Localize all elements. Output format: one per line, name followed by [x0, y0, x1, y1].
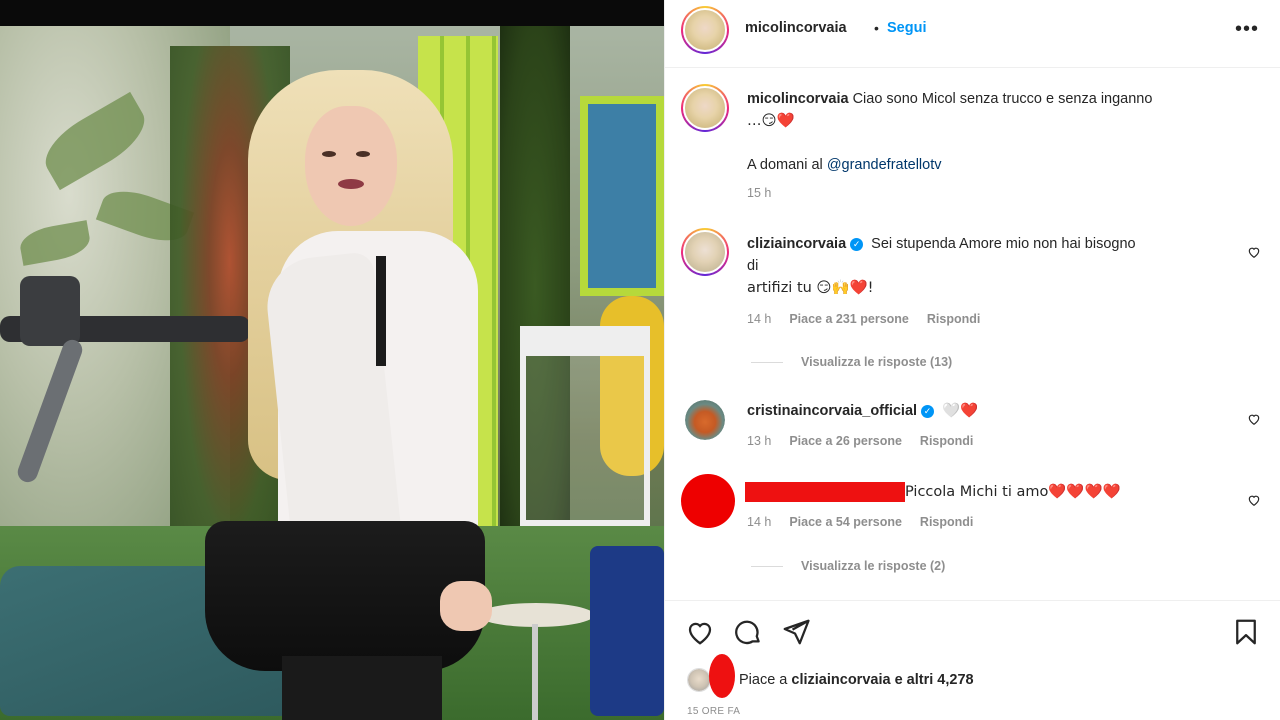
comment-likes-count[interactable]: Piace a 231 persone — [789, 312, 909, 326]
redacted-liker-avatar — [709, 654, 735, 698]
comment-meta: 13 h Piace a 26 persone Rispondi — [747, 434, 973, 448]
caption-avatar-image — [683, 86, 727, 130]
figure-face — [305, 106, 397, 226]
likers-avatar-image — [688, 669, 710, 691]
author-username[interactable]: micolincorvaia — [745, 20, 847, 36]
likes-summary[interactable]: Piace a cliziaincorvaia e altri 4,278 — [739, 672, 974, 688]
likers-avatar[interactable] — [687, 668, 711, 692]
photo-top-bar — [0, 0, 664, 26]
more-options-icon[interactable]: ••• — [1235, 18, 1259, 41]
caption-line3-prefix: A domani al — [747, 157, 827, 173]
comment-text: Piccola Michi ti amo❤️❤️❤️❤️ — [905, 484, 1121, 500]
comment-username[interactable]: cristinaincorvaia_official — [747, 403, 917, 419]
blue-panel — [580, 96, 664, 296]
photo-scene — [0, 26, 664, 720]
comment-username[interactable]: cliziaincorvaia — [747, 236, 846, 252]
header-separator: • — [874, 20, 879, 36]
figure-tie — [376, 256, 386, 366]
view-replies-button[interactable]: Visualizza le risposte (13) — [751, 355, 952, 369]
bookmark-icon[interactable] — [1231, 617, 1261, 647]
comment-avatar-image — [683, 230, 727, 274]
post-panel: micolincorvaia • Segui ••• micolincorvai… — [664, 0, 1280, 720]
comment-like-heart-icon[interactable] — [1247, 412, 1261, 426]
comment-time: 14 h — [747, 312, 772, 326]
redacted-avatar[interactable] — [681, 474, 735, 528]
reply-button[interactable]: Rispondi — [920, 434, 973, 448]
comment-meta: 14 h Piace a 231 persone Rispondi — [747, 312, 980, 326]
comment-body: cristinaincorvaia_official ✓ 🤍❤️ — [747, 400, 1247, 422]
side-table-leg — [532, 624, 538, 720]
caption-author-avatar[interactable] — [681, 84, 729, 132]
comment-meta: 14 h Piace a 54 persone Rispondi — [747, 515, 973, 529]
caption: micolincorvaia Ciao sono Micol senza tru… — [747, 88, 1247, 132]
blue-chair — [590, 546, 664, 716]
comment-time: 14 h — [747, 515, 772, 529]
comment-body: cliziaincorvaia ✓ Sei stupenda Amore mio … — [747, 233, 1247, 299]
post-photo[interactable] — [0, 0, 664, 720]
likes-prefix: Piace a — [739, 672, 792, 688]
caption-line3: A domani al @grandefratellotv — [747, 154, 1247, 176]
verified-badge-icon: ✓ — [921, 405, 935, 418]
figure-lips — [338, 179, 364, 189]
comment-text-line2: di — [747, 258, 759, 274]
redacted-username — [745, 482, 905, 502]
comment-icon[interactable] — [733, 617, 763, 647]
likes-others[interactable]: e altri 4,278 — [891, 672, 974, 688]
author-avatar[interactable] — [681, 6, 729, 54]
comment-likes-count[interactable]: Piace a 54 persone — [789, 515, 902, 529]
caption-author-username[interactable]: micolincorvaia — [747, 91, 849, 107]
comment-like-heart-icon[interactable] — [1247, 493, 1261, 507]
follow-button[interactable]: Segui — [887, 20, 926, 36]
reply-button[interactable]: Rispondi — [927, 312, 980, 326]
author-avatar-image — [683, 8, 727, 52]
treadmill — [0, 256, 260, 485]
post-header: micolincorvaia • Segui ••• — [665, 0, 1280, 68]
heart-icon[interactable] — [685, 617, 715, 647]
figure-legs — [282, 656, 442, 720]
comment-body: Piccola Michi ti amo❤️❤️❤️❤️ — [905, 481, 1245, 503]
director-chair — [520, 326, 650, 526]
comment-likes-count[interactable]: Piace a 26 persone — [789, 434, 902, 448]
caption-mention-link[interactable]: @grandefratellotv — [827, 157, 942, 173]
comment-like-heart-icon[interactable] — [1247, 245, 1261, 259]
comment-text: 🤍❤️ — [942, 403, 979, 419]
likes-username[interactable]: cliziaincorvaia — [791, 672, 890, 688]
comment-avatar[interactable] — [685, 400, 725, 440]
view-replies-button[interactable]: Visualizza le risposte (2) — [751, 559, 945, 573]
figure-eye — [356, 151, 370, 157]
caption-line1: Ciao sono Micol senza trucco e senza ing… — [852, 91, 1153, 107]
comment-time: 13 h — [747, 434, 772, 448]
figure-hand — [440, 581, 492, 631]
post-time-ago: 15 ORE FA — [687, 706, 741, 717]
verified-badge-icon: ✓ — [850, 238, 864, 251]
reply-button[interactable]: Rispondi — [920, 515, 973, 529]
paper-plane-icon[interactable] — [781, 617, 811, 647]
caption-time: 15 h — [747, 186, 772, 200]
comment-text-line3: artifizi tu 😏🙌❤️! — [747, 280, 874, 296]
figure-eye — [322, 151, 336, 157]
comment-avatar-image — [685, 400, 725, 440]
comment-avatar[interactable] — [681, 228, 729, 276]
action-bar — [665, 600, 1280, 720]
caption-line2: …😏❤️ — [747, 113, 795, 129]
comment-text-line1: Sei stupenda Amore mio non hai bisogno — [871, 236, 1136, 252]
